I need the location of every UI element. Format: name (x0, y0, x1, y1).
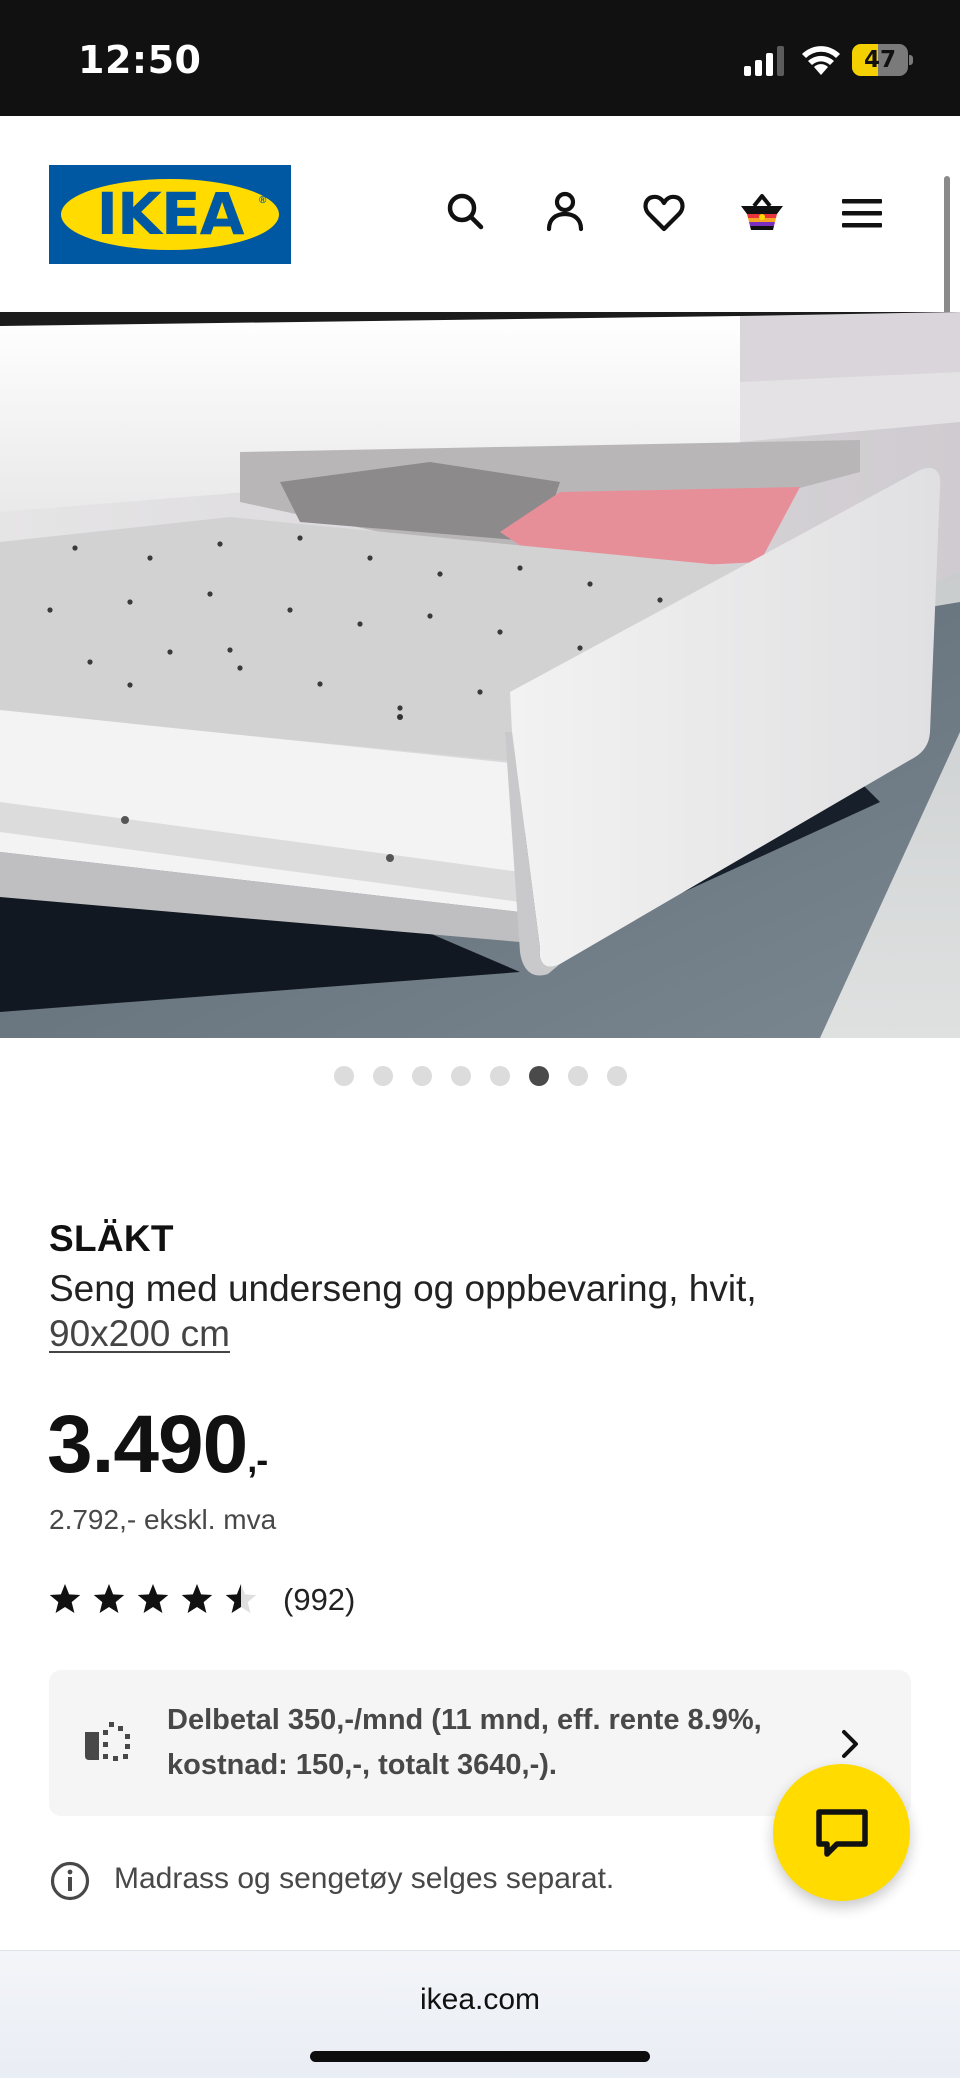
image-carousel-dots[interactable] (0, 1066, 960, 1088)
carousel-dot[interactable] (411, 1066, 432, 1086)
price-suffix: ,- (247, 1439, 268, 1480)
payment-plan-icon (85, 1722, 130, 1761)
product-image[interactable] (0, 312, 960, 1038)
carousel-dot[interactable] (528, 1066, 549, 1086)
wifi-icon (802, 46, 840, 75)
carousel-dot[interactable] (489, 1066, 510, 1086)
browser-url[interactable]: ikea.com (0, 1983, 960, 2017)
carousel-dot[interactable] (606, 1066, 627, 1086)
battery-level: 47 (863, 47, 896, 73)
carousel-dot[interactable] (567, 1066, 588, 1086)
carousel-dot[interactable] (450, 1066, 471, 1086)
carousel-dot[interactable] (372, 1066, 393, 1086)
ikea-logo[interactable]: IKEA ® (49, 165, 291, 264)
heart-icon[interactable] (639, 188, 689, 238)
product-description-text: Seng med underseng og oppbevaring, hvit, (49, 1268, 757, 1309)
star-filled-icon (137, 1584, 169, 1613)
product-price: 3.490,- (47, 1398, 268, 1492)
star-filled-icon (93, 1584, 125, 1613)
carousel-dot[interactable] (333, 1066, 354, 1086)
chat-button[interactable] (773, 1764, 910, 1901)
price-ex-vat: 2.792,- ekskl. mva (49, 1504, 277, 1535)
basket-icon[interactable] (737, 188, 787, 238)
info-note-text: Madrass og sengetøy selges separat. (114, 1862, 615, 1895)
rating-stars (49, 1584, 257, 1613)
review-count[interactable]: (992) (283, 1582, 355, 1618)
status-time: 12:50 (78, 38, 202, 82)
product-size-link[interactable]: 90x200 cm (49, 1313, 230, 1354)
search-icon[interactable] (441, 188, 491, 238)
menu-icon[interactable] (837, 188, 887, 238)
star-filled-icon (49, 1584, 81, 1613)
financing-text: Delbetal 350,-/mnd (11 mnd, eff. rente 8… (167, 1704, 762, 1781)
home-indicator[interactable] (310, 2051, 650, 2062)
status-bar: 12:50 47 (0, 0, 960, 116)
financing-banner[interactable]: Delbetal 350,-/mnd (11 mnd, eff. rente 8… (49, 1670, 911, 1816)
chevron-right-icon (842, 1730, 858, 1758)
price-main: 3.490 (47, 1399, 248, 1490)
star-filled-icon (181, 1584, 213, 1613)
account-icon[interactable] (540, 188, 590, 238)
page-scrollbar[interactable] (944, 176, 950, 330)
battery-icon: 47 (852, 44, 913, 76)
site-header: IKEA ® (0, 116, 960, 312)
cellular-signal-icon (744, 46, 784, 76)
product-brand: SLÄKT (49, 1218, 174, 1259)
product-description: Seng med underseng og oppbevaring, hvit,… (49, 1266, 919, 1356)
info-icon (50, 1861, 90, 1901)
browser-address-bar[interactable]: ikea.com (0, 1950, 960, 2078)
chat-bubble-icon (816, 1809, 868, 1857)
